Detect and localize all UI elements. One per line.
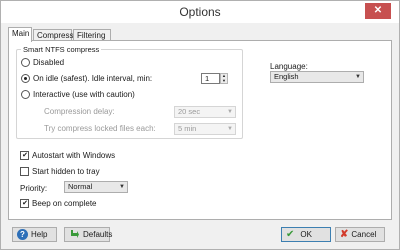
ok-button[interactable]: ✔ OK [281,227,331,242]
start-hidden-checkbox-row[interactable]: Start hidden to tray [20,167,100,176]
close-button[interactable]: ✕ [365,3,391,19]
autostart-checkbox-row[interactable]: Autostart with Windows [20,151,115,160]
radio-label: On idle (safest). Idle interval, min: [33,74,153,83]
radio-label: Interactive (use with caution) [33,90,135,99]
window-title: Options [179,5,221,19]
defaults-button[interactable]: Defaults [64,227,113,242]
language-label: Language: [270,62,308,71]
autostart-checkbox[interactable] [20,151,29,160]
button-label: Help [31,230,48,239]
idle-interval-input[interactable]: 1 [201,73,220,84]
defaults-arrow-icon [69,228,80,241]
ok-check-icon: ✔ [286,229,295,240]
chevron-down-icon: ▼ [119,184,125,190]
compression-delay-select[interactable]: 20 sec ▼ [174,106,236,118]
title-bar[interactable]: Options ✕ [1,1,399,23]
idle-interval-stepper[interactable]: ▲ ▼ [220,73,228,84]
select-value: 20 sec [178,107,201,116]
language-select[interactable]: English ▼ [270,71,364,83]
options-window: Options ✕ Main Compress Filtering Smart … [0,0,400,250]
start-hidden-checkbox[interactable] [20,167,29,176]
select-value: 5 min [178,124,197,133]
chevron-down-icon: ▼ [227,126,233,132]
try-locked-label: Try compress locked files each: [44,124,156,133]
cancel-x-icon: ✘ [340,229,349,240]
select-value: Normal [68,182,93,191]
help-icon: ? [17,229,28,240]
close-icon: ✕ [373,5,383,16]
tab-main[interactable]: Main [8,27,32,42]
help-button[interactable]: ? Help [12,227,57,242]
beep-checkbox[interactable] [20,199,29,208]
button-label: Cancel [351,230,377,239]
tab-panel-main: Smart NTFS compress Disabled On idle (sa… [8,40,392,220]
checkbox-label: Start hidden to tray [32,167,100,176]
button-label: OK [300,230,312,239]
radio-button[interactable] [21,90,30,99]
try-locked-select[interactable]: 5 min ▼ [174,123,236,135]
radio-disabled[interactable]: Disabled [21,58,64,67]
button-label: Defaults [83,230,113,239]
ntfs-compress-group: Smart NTFS compress Disabled On idle (sa… [16,45,243,139]
radio-button[interactable] [21,74,30,83]
radio-button[interactable] [21,58,30,67]
cancel-button[interactable]: ✘ Cancel [335,227,385,242]
priority-label: Priority: [20,184,48,193]
radio-interactive[interactable]: Interactive (use with caution) [21,90,135,99]
compression-delay-label: Compression delay: [44,107,115,116]
group-legend: Smart NTFS compress [21,45,102,54]
radio-label: Disabled [33,58,65,67]
chevron-down-icon: ▼ [355,74,361,80]
chevron-down-icon: ▼ [227,109,233,115]
priority-select[interactable]: Normal ▼ [64,181,128,193]
select-value: English [274,72,299,81]
beep-checkbox-row[interactable]: Beep on complete [20,199,97,208]
checkbox-label: Beep on complete [32,199,97,208]
checkbox-label: Autostart with Windows [32,151,116,160]
radio-on-idle[interactable]: On idle (safest). Idle interval, min: [21,74,152,83]
